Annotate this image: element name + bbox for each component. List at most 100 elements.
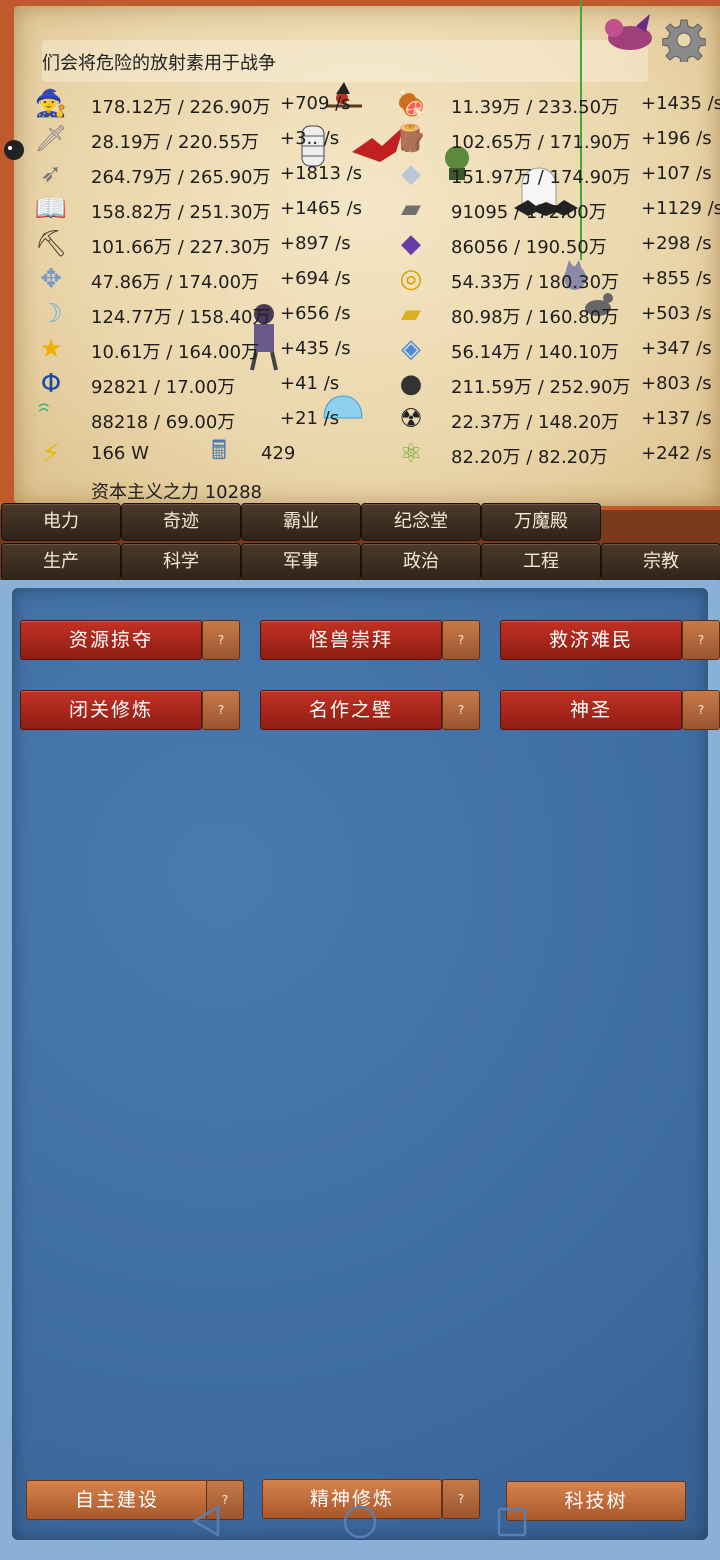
tab-tabs_row2-4[interactable]: 工程 bbox=[481, 543, 601, 581]
tab-tabs_row2-1[interactable]: 科学 bbox=[121, 543, 241, 581]
resource-rate: +196 /s bbox=[641, 128, 712, 149]
resource-amount: 102.65万 / 171.90万 bbox=[451, 132, 631, 153]
building-panel: 资源掠夺? 怪兽崇拜? 救济难民? 闭关修炼? 名作之壁? 神圣? 自主建设 ? 精神修炼… bbox=[0, 580, 720, 1560]
resource-rate: +347 /s bbox=[641, 338, 712, 359]
tab-tabs_row1-1[interactable]: 奇迹 bbox=[121, 503, 241, 541]
tab-tabs_row1-0[interactable]: 电力 bbox=[1, 503, 121, 541]
resource-rate: +21 /s bbox=[280, 408, 340, 429]
action-button[interactable]: 资源掠夺 bbox=[20, 620, 202, 660]
nav-recent-icon[interactable] bbox=[496, 1506, 528, 1538]
resource-rate: +107 /s bbox=[641, 163, 712, 184]
resource-amount: 124.77万 / 158.40万 bbox=[91, 307, 271, 328]
resource-row: ⚛ 82.20万 / 82.20万 +242 /s bbox=[392, 437, 720, 471]
self-build-button[interactable]: 自主建设 bbox=[26, 1480, 208, 1520]
tab-tabs_row1-4[interactable]: 万魔殿 bbox=[481, 503, 601, 541]
tab-tabs_row2-2[interactable]: 军事 bbox=[241, 543, 361, 581]
tab-tabs_row2-0[interactable]: 生产 bbox=[1, 543, 121, 581]
resource-rate: +1435 /s bbox=[641, 93, 720, 114]
resource-amount: 101.66万 / 227.30万 bbox=[91, 237, 271, 258]
atom-icon: ⚛ bbox=[399, 439, 423, 469]
resource-rate: +1465 /s bbox=[280, 198, 363, 219]
resource-amount: 178.12万 / 226.90万 bbox=[91, 97, 271, 118]
crow-sprite-icon bbox=[4, 140, 24, 160]
nav-back-icon[interactable] bbox=[190, 1504, 222, 1538]
capitalism-power: 资本主义之力 10288 bbox=[91, 482, 262, 503]
nav-home-icon[interactable] bbox=[342, 1504, 378, 1540]
action-help-button[interactable]: ? bbox=[442, 620, 480, 660]
resource-row: 📖 158.82万 / 251.30万 +1465 /s bbox=[32, 192, 382, 226]
resource-amount: 91095 / 172.00万 bbox=[451, 202, 607, 223]
wizard-hat-icon: 🧙 bbox=[34, 89, 68, 119]
calculator-value: 429 bbox=[261, 443, 296, 464]
iron-icon: ▰ bbox=[401, 194, 421, 224]
resource-amount: 82.20万 / 82.20万 bbox=[451, 447, 608, 468]
action-help-button[interactable]: ? bbox=[682, 690, 720, 730]
building-panel-surface bbox=[12, 588, 708, 1540]
resource-rate: +897 /s bbox=[280, 233, 351, 254]
action-button[interactable]: 闭关修炼 bbox=[20, 690, 202, 730]
power-value: 166 W bbox=[91, 443, 149, 464]
resource-rate: +1129 /s bbox=[641, 198, 720, 219]
resource-row: ◆ 151.97万 / 174.90万 +107 /s bbox=[392, 157, 720, 191]
stone-icon: ◆ bbox=[401, 159, 421, 189]
resource-rate: +435 /s bbox=[280, 338, 351, 359]
action-help-button[interactable]: ? bbox=[202, 690, 240, 730]
dragon-creature-icon bbox=[605, 14, 652, 50]
resource-row: ★ 10.61万 / 164.00万 +435 /s bbox=[32, 332, 382, 366]
tab-tabs_row1-3[interactable]: 纪念堂 bbox=[361, 503, 481, 541]
resource-amount: 211.59万 / 252.90万 bbox=[451, 377, 631, 398]
radiation-icon: ☢ bbox=[399, 404, 423, 434]
action-help-button[interactable]: ? bbox=[682, 620, 720, 660]
resource-row: ➶ 264.79万 / 265.90万 +1813 /s bbox=[32, 157, 382, 191]
resource-rate: +855 /s bbox=[641, 268, 712, 289]
sword-icon: 🗡 bbox=[34, 124, 68, 154]
resource-rate: +503 /s bbox=[641, 303, 712, 324]
action-button[interactable]: 怪兽崇拜 bbox=[260, 620, 442, 660]
resource-amount: 11.39万 / 233.50万 bbox=[451, 97, 620, 118]
tab-tabs_row1-2[interactable]: 霸业 bbox=[241, 503, 361, 541]
phi-icon: Φ bbox=[40, 369, 62, 399]
arrow-icon: ➶ bbox=[40, 159, 62, 189]
resource-row: ◆ 86056 / 190.50万 +298 /s bbox=[392, 227, 720, 261]
wood-icon: 🪵 bbox=[394, 124, 428, 154]
action-button[interactable]: 救济难民 bbox=[500, 620, 682, 660]
tab-tabs_row2-3[interactable]: 政治 bbox=[361, 543, 481, 581]
tab-row-2: 生产 科学 军事 政治 工程 宗教 bbox=[0, 543, 720, 583]
tab-tabs_row2-5[interactable]: 宗教 bbox=[601, 543, 720, 581]
ticker-text: 们会将危险的放射素用于战争 bbox=[42, 53, 276, 74]
resource-rate: +41 /s bbox=[280, 373, 340, 394]
resource-rate: +298 /s bbox=[641, 233, 712, 254]
resource-row: ⛏ 101.66万 / 227.30万 +897 /s bbox=[32, 227, 382, 261]
coal-icon: ● bbox=[399, 369, 423, 399]
resource-row: ☽ 124.77万 / 158.40万 +656 /s bbox=[32, 297, 382, 331]
winged-emblem-icon: ✥ bbox=[40, 264, 62, 294]
resource-row: 🗡 28.19万 / 220.55万 +3.. /s bbox=[32, 122, 382, 156]
resource-amount: 86056 / 190.50万 bbox=[451, 237, 607, 258]
action-help-button[interactable]: ? bbox=[442, 690, 480, 730]
calculator-icon: 🖩 bbox=[211, 436, 227, 466]
resource-rate: +3.. /s bbox=[280, 128, 340, 149]
resource-row: 🪵 102.65万 / 171.90万 +196 /s bbox=[392, 122, 720, 156]
diamond-icon: ◈ bbox=[401, 334, 421, 364]
action-button[interactable]: 名作之壁 bbox=[260, 690, 442, 730]
star-icon: ★ bbox=[39, 334, 63, 364]
resource-row: Φ 92821 / 17.00万 +41 /s bbox=[32, 367, 382, 401]
spirit-training-help-button[interactable]: ? bbox=[442, 1479, 480, 1519]
resource-header: 们会将危险的放射素用于战争 🧙 178.12万 / 226.90万 +709 /s 🗡… bbox=[0, 0, 720, 510]
action-button[interactable]: 神圣 bbox=[500, 690, 682, 730]
power-row: ⚡ 166 W 🖩 429 bbox=[32, 436, 332, 471]
meat-icon: 🍖 bbox=[394, 89, 428, 119]
resource-amount: 92821 / 17.00万 bbox=[91, 377, 236, 398]
spiral-icon: ꩰ bbox=[34, 402, 68, 436]
resource-amount: 151.97万 / 174.90万 bbox=[451, 167, 631, 188]
resource-amount: 22.37万 / 148.20万 bbox=[451, 412, 620, 433]
action-help-button[interactable]: ? bbox=[202, 620, 240, 660]
resource-rate: +709 /s bbox=[280, 93, 351, 114]
resource-amount: 88218 / 69.00万 bbox=[91, 412, 236, 433]
settings-gear-icon[interactable] bbox=[662, 18, 706, 62]
crystal-icon: ◆ bbox=[401, 229, 421, 259]
tech-tree-button[interactable]: 科技树 bbox=[506, 1481, 686, 1521]
resource-amount: 80.98万 / 160.80万 bbox=[451, 307, 620, 328]
resource-row: 🍖 11.39万 / 233.50万 +1435 /s bbox=[392, 87, 720, 121]
resource-row: ● 211.59万 / 252.90万 +803 /s bbox=[392, 367, 720, 401]
